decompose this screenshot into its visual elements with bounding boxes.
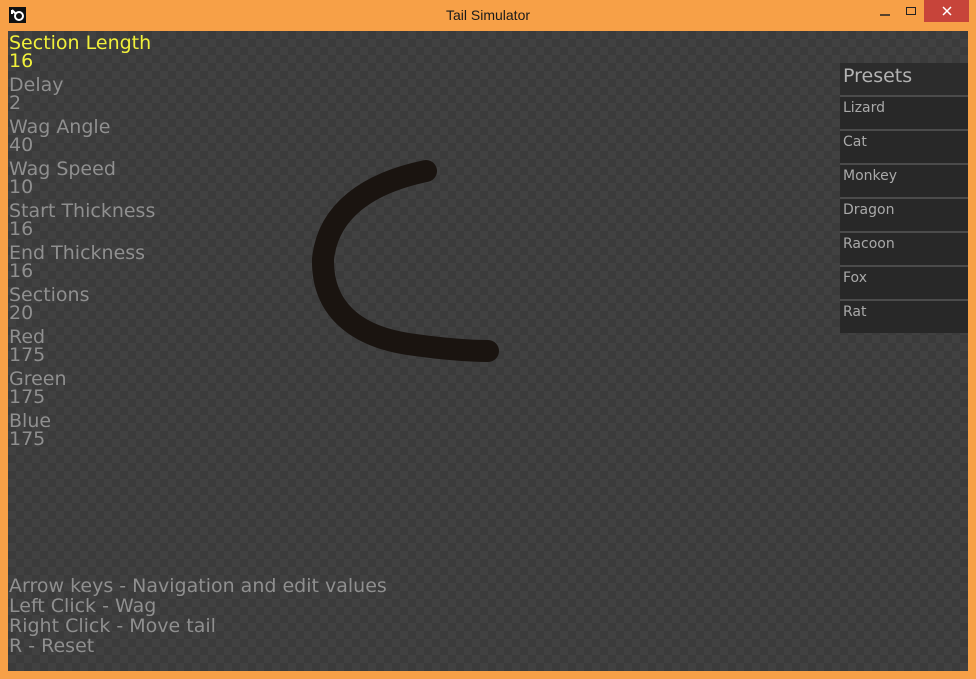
parameter-list: Section Length 16 Delay 2 Wag Angle 40 W… xyxy=(9,31,155,451)
param-value: 175 xyxy=(9,386,46,408)
help-line: R - Reset xyxy=(9,635,95,657)
maximize-button[interactable] xyxy=(898,0,924,22)
preset-fox[interactable]: Fox xyxy=(840,267,968,301)
param-label: End Thickness xyxy=(9,242,146,264)
param-label: Start Thickness xyxy=(9,200,156,222)
param-sections[interactable]: Sections 20 xyxy=(9,283,155,325)
param-green[interactable]: Green 175 xyxy=(9,367,155,409)
param-value: 175 xyxy=(9,344,46,366)
param-blue[interactable]: Blue 175 xyxy=(9,409,155,451)
param-value: 16 xyxy=(9,218,34,240)
preset-racoon[interactable]: Racoon xyxy=(840,233,968,267)
param-label: Wag Speed xyxy=(9,158,116,180)
param-label: Blue xyxy=(9,410,52,432)
param-delay[interactable]: Delay 2 xyxy=(9,73,155,115)
param-value: 10 xyxy=(9,176,34,198)
preset-monkey[interactable]: Monkey xyxy=(840,165,968,199)
param-label: Sections xyxy=(9,284,90,306)
preset-lizard[interactable]: Lizard xyxy=(840,97,968,131)
param-wag-angle[interactable]: Wag Angle 40 xyxy=(9,115,155,157)
help-line: Right Click - Move tail xyxy=(9,615,216,637)
preset-rat[interactable]: Rat xyxy=(840,301,968,333)
minimize-icon xyxy=(880,14,890,16)
app-window: Tail Simulator Section Length 16 Delay 2… xyxy=(0,0,976,679)
param-label: Red xyxy=(9,326,46,348)
close-button[interactable] xyxy=(924,0,969,22)
presets-title: Presets xyxy=(840,63,968,97)
param-label: Section Length xyxy=(9,32,152,54)
help-line: Arrow keys - Navigation and edit values xyxy=(9,575,387,597)
presets-panel: Presets Lizard Cat Monkey Dragon Racoon … xyxy=(840,63,968,333)
minimize-button[interactable] xyxy=(872,0,898,22)
window-title: Tail Simulator xyxy=(445,7,531,23)
param-red[interactable]: Red 175 xyxy=(9,325,155,367)
help-line: Left Click - Wag xyxy=(9,595,157,617)
param-section-length[interactable]: Section Length 16 xyxy=(9,31,155,73)
param-value: 16 xyxy=(9,260,34,282)
param-wag-speed[interactable]: Wag Speed 10 xyxy=(9,157,155,199)
param-value: 40 xyxy=(9,134,34,156)
param-value: 20 xyxy=(9,302,34,324)
param-label: Delay xyxy=(9,74,64,96)
maximize-icon xyxy=(906,7,916,15)
preset-dragon[interactable]: Dragon xyxy=(840,199,968,233)
param-start-thickness[interactable]: Start Thickness 16 xyxy=(9,199,155,241)
param-end-thickness[interactable]: End Thickness 16 xyxy=(9,241,155,283)
param-value: 16 xyxy=(9,50,34,72)
param-value: 2 xyxy=(9,92,22,114)
simulation-canvas[interactable]: Section Length 16 Delay 2 Wag Angle 40 W… xyxy=(8,31,968,671)
title-bar[interactable]: Tail Simulator xyxy=(0,0,976,31)
close-icon xyxy=(941,6,952,16)
help-text: Arrow keys - Navigation and edit values … xyxy=(9,576,387,656)
param-label: Green xyxy=(9,368,67,390)
param-value: 175 xyxy=(9,428,46,450)
preset-cat[interactable]: Cat xyxy=(840,131,968,165)
param-label: Wag Angle xyxy=(9,116,111,138)
